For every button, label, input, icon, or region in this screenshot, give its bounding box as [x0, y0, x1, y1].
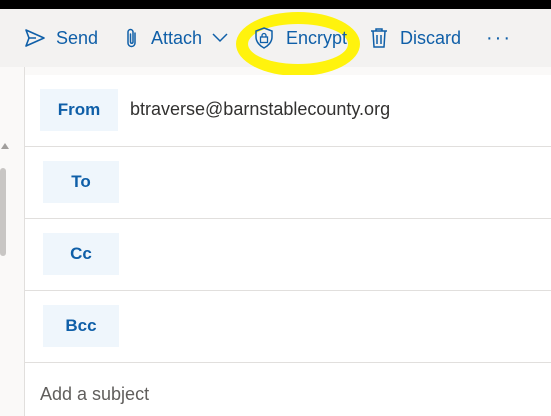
from-row: From btraverse@barnstablecounty.org	[25, 75, 551, 147]
shield-lock-icon	[255, 27, 273, 49]
encrypt-label: Encrypt	[286, 27, 348, 48]
scrollbar-thumb[interactable]	[0, 168, 6, 256]
paperclip-icon	[127, 28, 136, 48]
send-icon	[25, 29, 45, 47]
cc-button[interactable]: Cc	[43, 233, 119, 275]
more-options-button[interactable]: ···	[486, 9, 512, 67]
left-pane-edge	[0, 67, 25, 416]
compose-toolbar: Send Attach Encrypt Discard	[0, 9, 551, 76]
to-row[interactable]: To	[25, 147, 551, 219]
bcc-row[interactable]: Bcc	[25, 291, 551, 363]
window-top-bar	[0, 0, 551, 9]
bcc-button[interactable]: Bcc	[43, 305, 119, 347]
attach-button[interactable]: Attach	[125, 9, 228, 67]
discard-label: Discard	[400, 27, 462, 48]
from-address: btraverse@barnstablecounty.org	[130, 99, 391, 119]
send-button[interactable]: Send	[24, 9, 98, 67]
cc-row[interactable]: Cc	[25, 219, 551, 291]
from-button[interactable]: From	[40, 89, 118, 131]
subject-input[interactable]: Add a subject	[40, 384, 149, 405]
trash-icon	[371, 28, 387, 48]
chevron-down-icon[interactable]	[212, 33, 228, 43]
to-button[interactable]: To	[43, 161, 119, 203]
send-label: Send	[56, 27, 99, 48]
scroll-up-icon[interactable]	[1, 143, 9, 149]
compose-form: From btraverse@barnstablecounty.org To C…	[25, 75, 551, 416]
discard-button[interactable]: Discard	[370, 9, 461, 67]
encrypt-button[interactable]: Encrypt	[254, 9, 347, 67]
attach-label: Attach	[151, 27, 203, 48]
